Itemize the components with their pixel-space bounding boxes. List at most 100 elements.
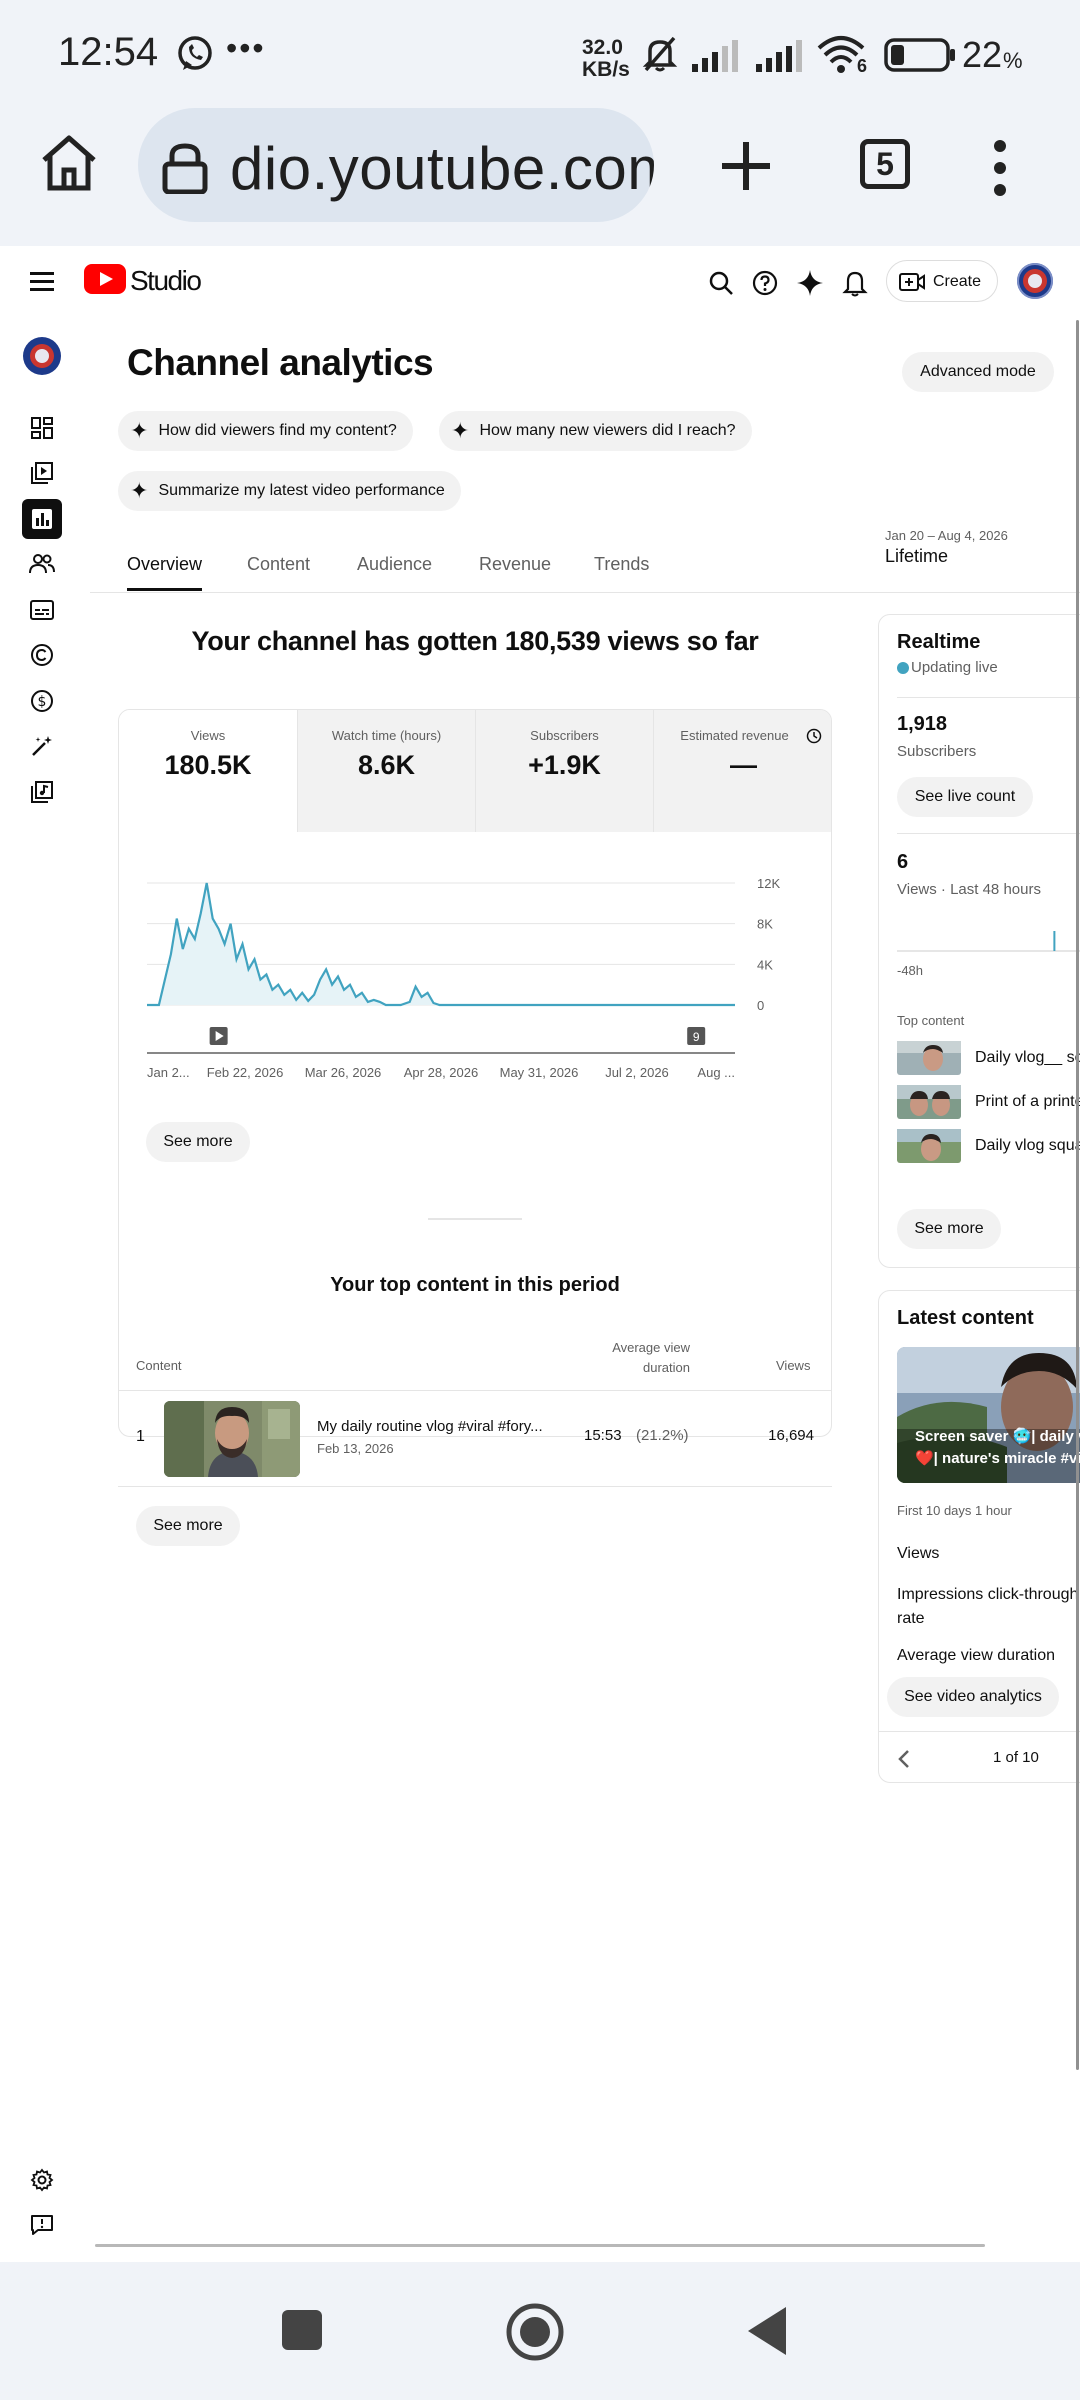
metric-views-tab[interactable]: Views 180.5K	[119, 710, 297, 832]
latest-video-thumbnail[interactable]: Screen saver 🥶| daily v ❤️| nature's mir…	[897, 1347, 1080, 1483]
new-tab-icon[interactable]	[718, 138, 774, 199]
sparkle-icon: ✦	[451, 418, 470, 443]
x-tick-label: Aug ...	[697, 1065, 735, 1080]
latest-row-ctr: Impressions click-through rate	[897, 1586, 1079, 1627]
youtube-studio-app: Studio Create $ Channel analytics Advanc…	[0, 246, 1080, 2262]
metric-subscribers-tab[interactable]: Subscribers +1.9K	[475, 710, 653, 832]
live-dot	[897, 662, 909, 674]
nav-earn-icon[interactable]: $	[22, 681, 62, 721]
prompt-chip-label: Summarize my latest video performance	[158, 482, 445, 499]
see-live-count-button[interactable]: See live count	[897, 777, 1033, 817]
metric-revenue-tab[interactable]: Estimated revenue —	[653, 710, 831, 832]
date-preset: Lifetime	[885, 546, 949, 566]
recents-icon[interactable]	[282, 2310, 322, 2350]
active-tab-indicator	[127, 588, 202, 591]
realtime-views-value: 6	[897, 851, 909, 873]
mute-icon	[640, 34, 680, 79]
sparkle-icon: ✦	[130, 418, 149, 443]
help-icon[interactable]	[752, 270, 778, 301]
hamburger-menu-icon[interactable]	[30, 270, 54, 297]
left-nav: $	[0, 316, 84, 2262]
see-video-analytics-label: See video analytics	[904, 1688, 1042, 1705]
nav-subtitles-icon[interactable]	[22, 590, 62, 630]
realtime-see-more-button[interactable]: See more	[897, 1209, 1001, 1249]
realtime-item[interactable]: Daily vlog squa	[897, 1127, 1080, 1163]
tab-overview[interactable]: Overview	[127, 554, 202, 575]
prompt-chip-label: How many new viewers did I reach?	[479, 422, 736, 439]
see-video-analytics-button[interactable]: See video analytics	[887, 1677, 1059, 1717]
advanced-mode-button[interactable]: Advanced mode	[902, 352, 1054, 392]
realtime-item[interactable]: Print of a printe	[897, 1083, 1080, 1119]
row-title[interactable]: My daily routine vlog #viral #fory...	[317, 1418, 543, 1435]
nav-content-icon[interactable]	[22, 453, 62, 493]
col-views-header: Views	[776, 1358, 811, 1373]
home-button-icon[interactable]	[506, 2303, 564, 2366]
views-chart: 12K 8K 4K 0 9 Jan 2... Feb 22, 2026 Mar 26, 202…	[147, 876, 780, 1080]
tab-content[interactable]: Content	[247, 554, 310, 575]
prompt-chip[interactable]: ✦ Summarize my latest video performance	[118, 471, 461, 511]
video-thumbnail	[164, 1401, 300, 1477]
channel-avatar[interactable]	[22, 336, 62, 381]
advanced-mode-label: Advanced mode	[920, 363, 1036, 380]
realtime-subs-value: 1,918	[897, 713, 948, 735]
x-tick-label: Mar 26, 2026	[305, 1065, 382, 1080]
nav-copyright-icon[interactable]	[22, 635, 62, 675]
latest-content-card: Latest content Screen saver 🥶| daily v ❤…	[878, 1290, 1080, 1783]
nav-customization-icon[interactable]	[22, 726, 62, 766]
tab-revenue[interactable]: Revenue	[479, 554, 551, 575]
col-avd-header: Average view duration	[612, 1340, 690, 1375]
browser-menu-icon[interactable]	[990, 140, 1010, 201]
nav-audio-library-icon[interactable]	[22, 772, 62, 812]
clock-icon	[806, 728, 822, 749]
realtime-title: Realtime	[897, 631, 981, 653]
create-button[interactable]: Create	[886, 260, 998, 302]
account-avatar[interactable]	[1016, 262, 1054, 305]
table-row[interactable]: 1 My daily routine vlog #viral #fory... …	[118, 1391, 832, 1486]
tab-trends[interactable]: Trends	[594, 554, 649, 575]
battery-level: 22	[962, 34, 1003, 75]
nav-feedback-icon[interactable]	[22, 2205, 62, 2245]
search-icon[interactable]	[708, 270, 734, 301]
system-nav-bar	[0, 2262, 1080, 2400]
prompt-chip[interactable]: ✦ How many new viewers did I reach?	[439, 411, 752, 451]
y-tick-label: 12K	[757, 876, 780, 891]
date-range-picker[interactable]: Jan 20 – Aug 4, 2026 Lifetime	[885, 528, 1065, 578]
metric-value: +1.9K	[528, 750, 601, 780]
back-icon[interactable]	[746, 2305, 788, 2362]
metric-label: Subscribers	[530, 728, 599, 743]
realtime-axis-label: -48h	[897, 963, 924, 978]
page-scrollbar[interactable]	[1076, 320, 1079, 2070]
whatsapp-icon	[175, 34, 215, 79]
home-icon[interactable]	[38, 132, 100, 199]
tab-switcher-button[interactable]: 5	[860, 139, 910, 189]
svg-text:$: $	[38, 694, 47, 710]
latest-row-views: Views	[897, 1545, 940, 1562]
notifications-icon[interactable]	[842, 269, 868, 302]
top-content-heading: Your top content in this period	[330, 1274, 620, 1296]
nav-dashboard-icon[interactable]	[22, 408, 62, 448]
pager-prev-icon[interactable]	[897, 1749, 911, 1774]
horizontal-scrollbar[interactable]	[95, 2244, 985, 2247]
summary-see-more-button[interactable]: See more	[146, 1122, 250, 1162]
tab-audience[interactable]: Audience	[357, 554, 432, 575]
chart-marker-play-icon[interactable]	[209, 1027, 228, 1045]
youtube-logo-icon[interactable]	[84, 264, 126, 299]
chart-area-fill	[147, 883, 735, 1005]
prompt-chip[interactable]: ✦ How did viewers find my content?	[118, 411, 413, 451]
sparkle-ai-icon[interactable]	[796, 269, 824, 302]
col-content-header: Content	[136, 1358, 182, 1373]
summary-card: Views 180.5K Watch time (hours) 8.6K Sub…	[118, 709, 832, 1437]
item-thumbnail	[897, 1129, 961, 1168]
realtime-item[interactable]: Daily vlog__ scr	[897, 1039, 1080, 1075]
metric-watch-time-tab[interactable]: Watch time (hours) 8.6K	[297, 710, 475, 832]
top-content-see-more-button[interactable]: See more	[136, 1506, 240, 1546]
nav-community-icon[interactable]	[22, 544, 62, 584]
nav-settings-icon[interactable]	[22, 2160, 62, 2200]
realtime-subs-label: Subscribers	[897, 743, 977, 760]
chart-marker-badge[interactable]: 9	[687, 1027, 706, 1045]
item-thumbnail	[897, 1041, 961, 1080]
table-row-divider	[118, 1486, 832, 1487]
realtime-bar	[1053, 931, 1056, 951]
nav-analytics-icon[interactable]	[22, 499, 62, 539]
address-bar[interactable]: dio.youtube.com	[138, 108, 654, 222]
